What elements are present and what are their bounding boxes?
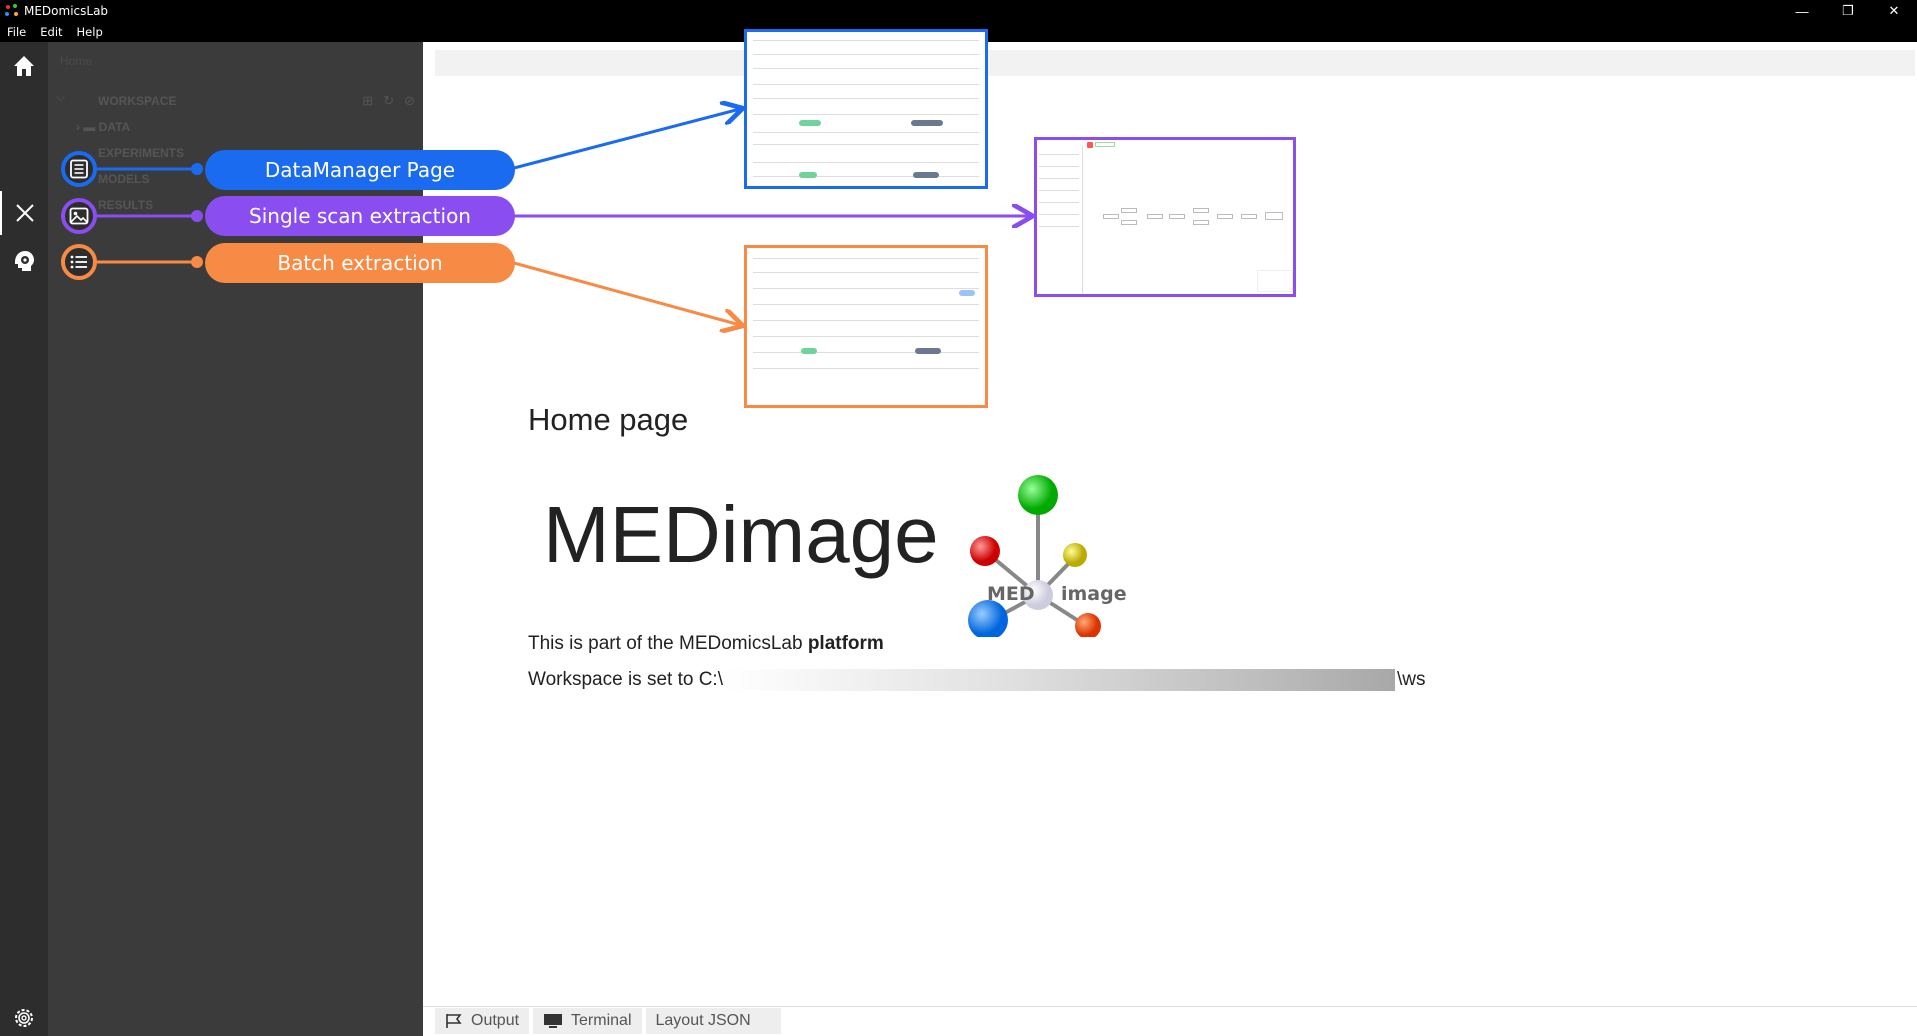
image-icon [69, 207, 89, 225]
datamanager-label: DataManager Page [205, 150, 515, 190]
datamanager-thumbnail [744, 29, 988, 189]
single-scan-thumbnail [1034, 137, 1296, 297]
datamanager-ring[interactable] [61, 151, 97, 187]
batch-thumbnail [744, 245, 988, 408]
app-window: MEDomicsLab — ❐ ✕ File Edit Help Home ⌵ … [0, 0, 1917, 1036]
single-scan-label: Single scan extraction [205, 196, 515, 236]
batch-ring[interactable] [61, 244, 97, 280]
single-scan-ring[interactable] [61, 198, 97, 234]
document-list-icon [70, 159, 88, 179]
batch-label: Batch extraction [205, 243, 515, 283]
list-icon [70, 255, 87, 269]
